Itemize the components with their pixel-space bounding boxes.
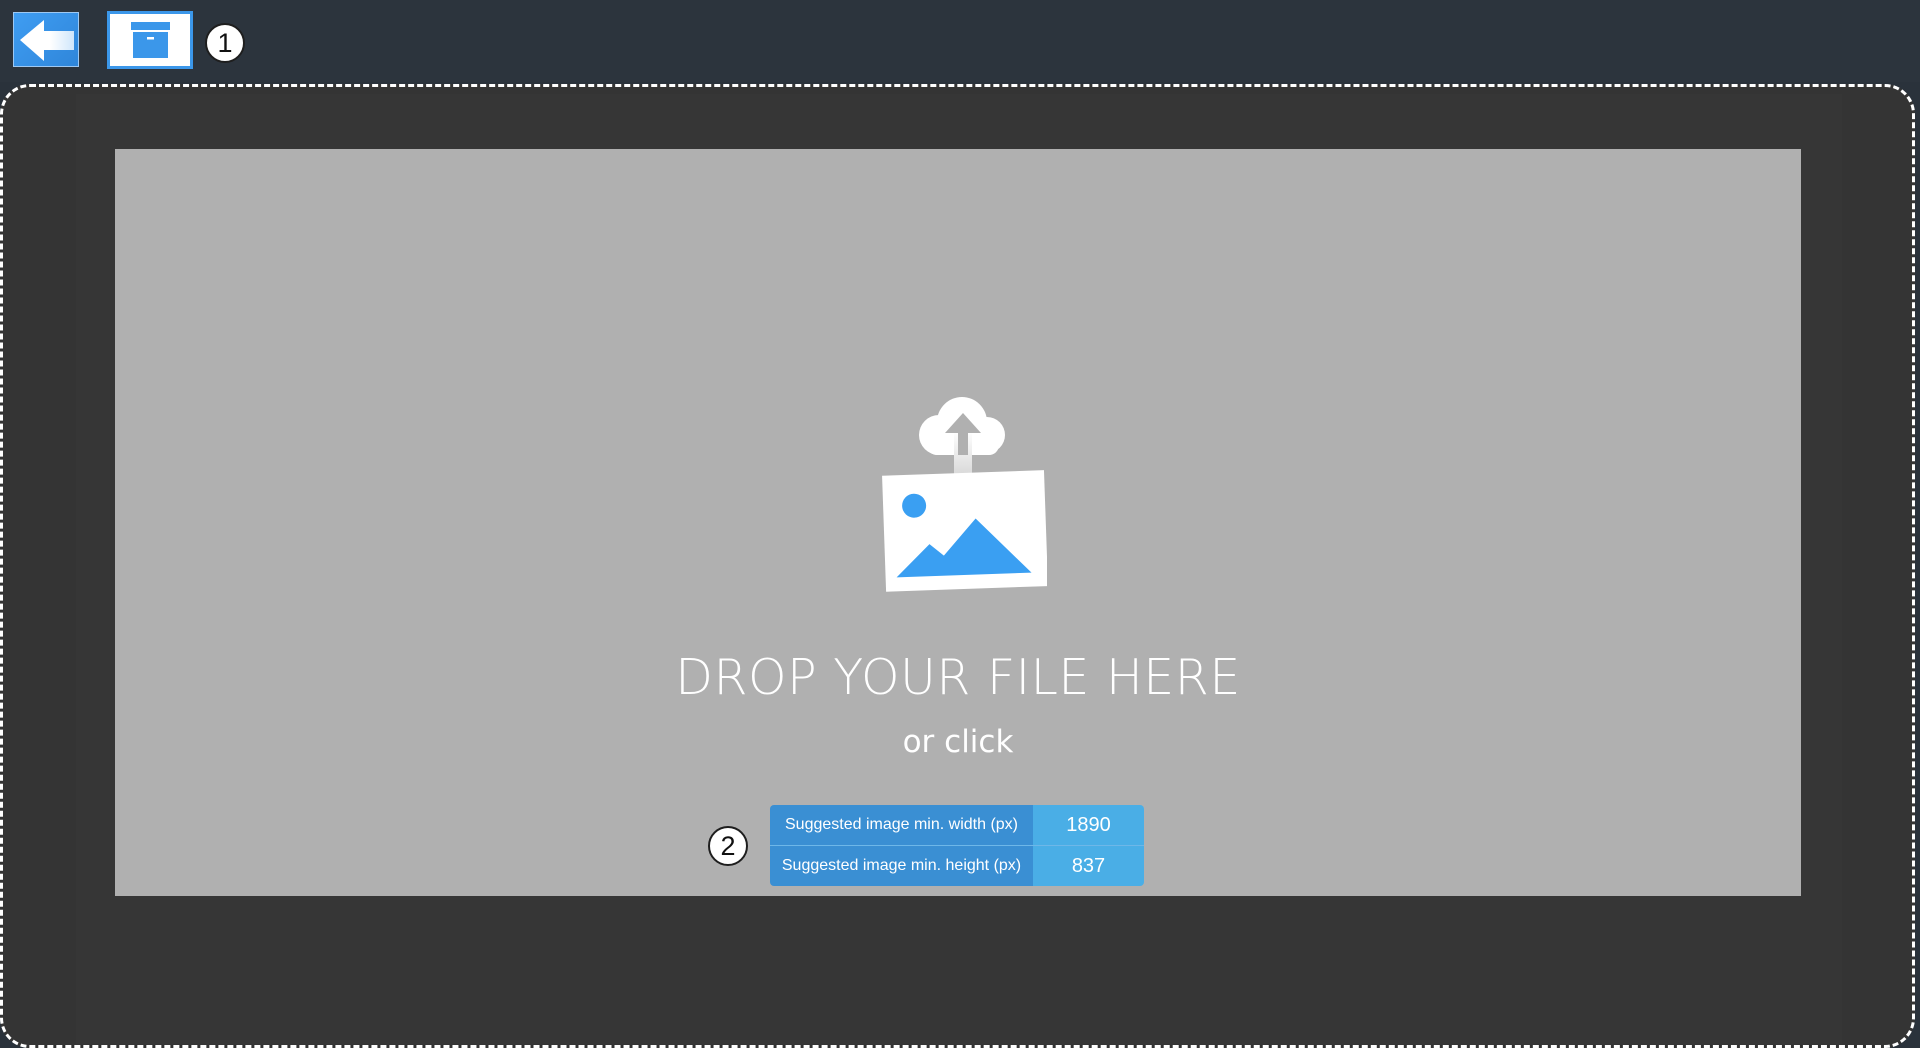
min-height-label: Suggested image min. height (px) — [770, 846, 1033, 886]
min-height-row: Suggested image min. height (px) 837 — [770, 845, 1144, 886]
cloud-upload-image-icon — [882, 397, 1047, 592]
min-width-label: Suggested image min. width (px) — [770, 805, 1033, 845]
file-dropzone[interactable]: DROP YOUR FILE HERE or click Suggested i… — [115, 149, 1801, 896]
archive-button[interactable] — [107, 11, 193, 69]
archive-box-icon — [131, 22, 170, 58]
min-width-row: Suggested image min. width (px) 1890 — [770, 805, 1144, 845]
callout-marker-2: 2 — [708, 826, 748, 866]
min-width-value: 1890 — [1033, 805, 1144, 845]
size-requirements-table: Suggested image min. width (px) 1890 Sug… — [770, 805, 1144, 886]
back-button[interactable] — [13, 12, 79, 67]
arrow-left-icon — [20, 20, 74, 61]
callout-marker-1: 1 — [205, 23, 245, 63]
drop-title: DROP YOUR FILE HERE — [675, 649, 1241, 706]
drop-subtitle: or click — [902, 724, 1014, 760]
min-height-value: 837 — [1033, 846, 1144, 886]
top-toolbar: 1 — [0, 0, 1920, 82]
